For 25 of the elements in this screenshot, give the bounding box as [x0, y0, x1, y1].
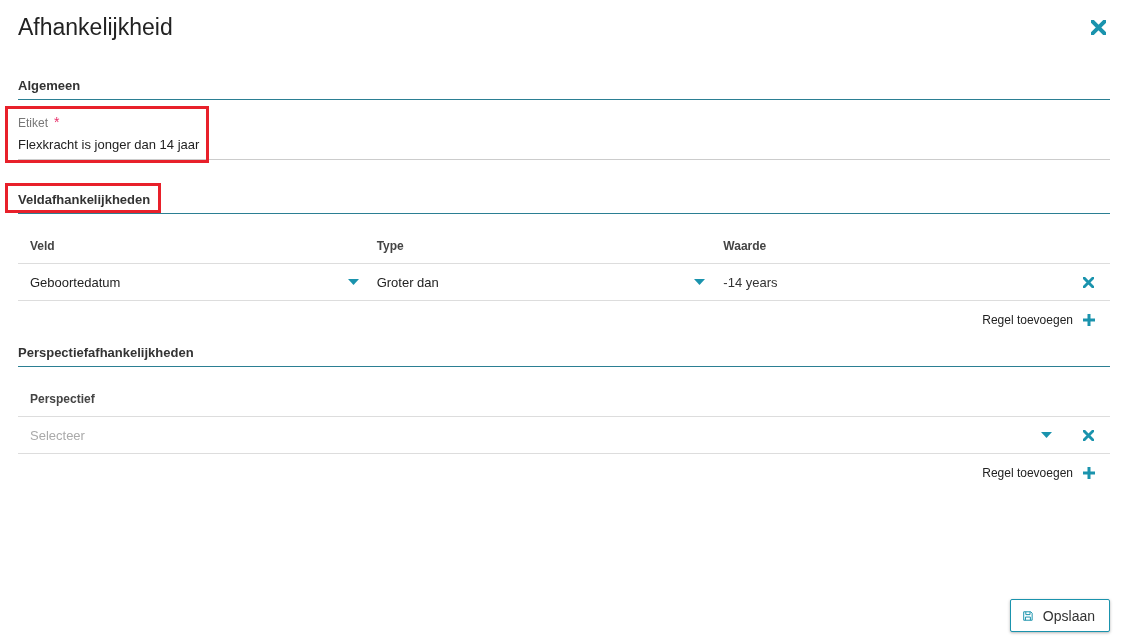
column-header: Veld: [30, 239, 56, 253]
plus-icon: [1083, 467, 1095, 479]
close-icon[interactable]: [1083, 429, 1094, 441]
required-marker: *: [54, 114, 60, 130]
add-row-button[interactable]: Regel toevoegen: [982, 313, 1095, 327]
table-cell[interactable]: -14 years: [723, 274, 1070, 290]
add-row-button[interactable]: Regel toevoegen: [982, 466, 1095, 480]
section-heading: Perspectiefafhankelijkheden: [18, 345, 194, 360]
column-header: Waarde: [723, 239, 768, 253]
caret-icon: [1041, 432, 1052, 438]
input-field[interactable]: Flexkracht is jonger dan 14 jaar: [18, 132, 1110, 160]
caret-icon: [694, 279, 706, 285]
caret-icon: [347, 279, 359, 285]
dialog-title: Afhankelijkheid: [18, 13, 173, 41]
select-field[interactable]: Geboortedatum: [30, 274, 377, 290]
column-header: Perspectief: [30, 392, 96, 406]
close-icon[interactable]: [1083, 276, 1094, 288]
select-field[interactable]: Groter dan: [376, 274, 724, 290]
section-heading: Veldafhankelijkheden: [18, 192, 151, 207]
column-header: Type: [376, 239, 405, 253]
close-icon[interactable]: [1091, 19, 1106, 35]
field-label: Etiket: [18, 116, 48, 130]
save-button[interactable]: Opslaan: [1010, 599, 1110, 632]
section-heading: Algemeen: [18, 78, 81, 93]
plus-icon: [1083, 314, 1095, 326]
